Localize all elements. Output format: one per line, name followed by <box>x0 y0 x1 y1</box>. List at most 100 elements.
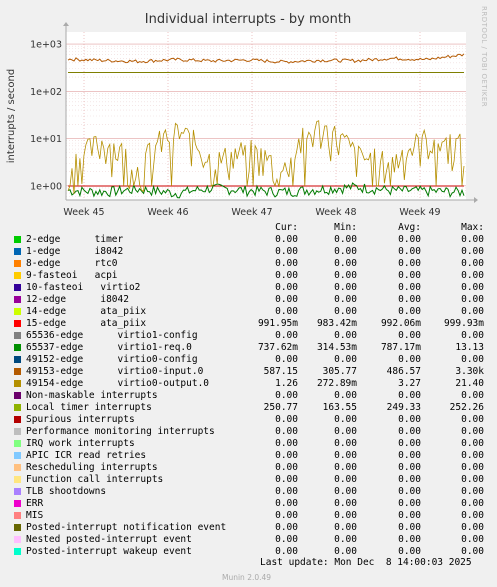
legend-swatch <box>14 476 21 483</box>
legend-max-value: 999.93m <box>443 318 484 329</box>
legend-max-value: 0.00 <box>461 522 484 533</box>
legend-label: ERR <box>26 498 44 509</box>
legend-label: 49154-edge virtio0-output.0 <box>26 378 210 389</box>
legend-avg-value: 0.00 <box>398 450 421 461</box>
legend-avg-value: 0.00 <box>398 486 421 497</box>
legend-avg-value: 0.00 <box>398 474 421 485</box>
legend-swatch <box>14 344 21 351</box>
legend-label: 49153-edge virtio0-input.0 <box>26 366 204 377</box>
legend-max-value: 0.00 <box>461 414 484 425</box>
legend-swatch <box>14 380 21 387</box>
legend-swatch <box>14 428 21 435</box>
legend-swatch <box>14 452 21 459</box>
legend-label: Local timer interrupts <box>26 402 152 413</box>
legend-avg-value: 0.00 <box>398 414 421 425</box>
legend-max-value: 0.00 <box>461 282 484 293</box>
y-tick-label: 1e+01 <box>30 134 62 145</box>
legend-max-value: 0.00 <box>461 258 484 269</box>
legend-avg-value: 0.00 <box>398 534 421 545</box>
legend-max-value: 0.00 <box>461 246 484 257</box>
chart-title: Individual interrupts - by month <box>145 12 351 27</box>
col-header-min: Min: <box>334 222 357 233</box>
legend-avg-value: 0.00 <box>398 354 421 365</box>
legend-label: Posted-interrupt wakeup event <box>26 546 192 557</box>
legend-max-value: 252.26 <box>449 402 484 413</box>
legend-min-value: 0.00 <box>334 486 357 497</box>
legend-min-value: 0.00 <box>334 522 357 533</box>
legend-label: Rescheduling interrupts <box>26 462 158 473</box>
legend-swatch <box>14 416 21 423</box>
legend-max-value: 13.13 <box>455 342 484 353</box>
x-tick-label: Week 45 <box>63 207 104 218</box>
legend-swatch <box>14 392 21 399</box>
legend-label: MIS <box>26 510 44 521</box>
legend-min-value: 163.55 <box>322 402 357 413</box>
legend-label: Spurious interrupts <box>26 414 135 425</box>
legend-label: TLB shootdowns <box>26 486 107 497</box>
legend-avg-value: 0.00 <box>398 270 421 281</box>
legend-avg-value: 0.00 <box>398 282 421 293</box>
last-update: Last update: Mon Dec 8 14:00:03 2025 <box>260 557 472 568</box>
legend-avg-value: 486.57 <box>386 366 421 377</box>
legend-max-value: 0.00 <box>461 438 484 449</box>
legend-label: 65536-edge virtio1-config <box>26 330 198 341</box>
legend-label: 15-edge ata_piix <box>26 318 147 329</box>
legend-min-value: 0.00 <box>334 438 357 449</box>
legend-swatch <box>14 284 21 291</box>
legend-max-value: 0.00 <box>461 450 484 461</box>
legend-avg-value: 0.00 <box>398 294 421 305</box>
legend-max-value: 21.40 <box>455 378 484 389</box>
legend-min-value: 0.00 <box>334 510 357 521</box>
y-tick-label: 1e+03 <box>30 40 62 51</box>
y-tick-label: 1e+00 <box>30 181 62 192</box>
legend-max-value: 0.00 <box>461 270 484 281</box>
legend-swatch <box>14 404 21 411</box>
legend-min-value: 0.00 <box>334 246 357 257</box>
legend-swatch <box>14 440 21 447</box>
legend-swatch <box>14 296 21 303</box>
legend-min-value: 0.00 <box>334 462 357 473</box>
legend-avg-value: 0.00 <box>398 510 421 521</box>
legend-label: Non-maskable interrupts <box>26 390 158 401</box>
legend-avg-value: 0.00 <box>398 306 421 317</box>
legend-max-value: 0.00 <box>461 498 484 509</box>
legend-label: 49152-edge virtio0-config <box>26 354 198 365</box>
legend-avg-value: 992.06m <box>380 318 421 329</box>
legend-avg-value: 0.00 <box>398 522 421 533</box>
legend-min-value: 0.00 <box>334 498 357 509</box>
legend-min-value: 0.00 <box>334 258 357 269</box>
x-tick-label: Week 47 <box>231 207 272 218</box>
legend-max-value: 3.30k <box>455 366 484 377</box>
legend-swatch <box>14 260 21 267</box>
legend-avg-value: 0.00 <box>398 462 421 473</box>
col-header-avg: Avg: <box>398 222 421 233</box>
legend-swatch <box>14 368 21 375</box>
legend-swatch <box>14 308 21 315</box>
legend-swatch <box>14 524 21 531</box>
legend-min-value: 983.42m <box>316 318 357 329</box>
legend-swatch <box>14 512 21 519</box>
legend-label: 12-edge i8042 <box>26 294 129 305</box>
legend-max-value: 0.00 <box>461 510 484 521</box>
legend-swatch <box>14 248 21 255</box>
y-tick-label: 1e+02 <box>30 87 62 98</box>
legend-avg-value: 0.00 <box>398 438 421 449</box>
legend-avg-value: 0.00 <box>398 234 421 245</box>
legend-label: 65537-edge virtio1-req.0 <box>26 342 192 353</box>
col-header-max: Max: <box>461 222 484 233</box>
legend-avg-value: 0.00 <box>398 258 421 269</box>
legend-swatch <box>14 332 21 339</box>
legend-avg-value: 0.00 <box>398 330 421 341</box>
legend-max-value: 0.00 <box>461 534 484 545</box>
legend-avg-value: 249.33 <box>386 402 421 413</box>
legend-max-value: 0.00 <box>461 306 484 317</box>
y-axis-label: interrupts / second <box>6 69 17 163</box>
legend-min-value: 0.00 <box>334 354 357 365</box>
legend-min-value: 0.00 <box>334 450 357 461</box>
legend-avg-value: 0.00 <box>398 390 421 401</box>
legend-max-value: 0.00 <box>461 462 484 473</box>
legend-max-value: 0.00 <box>461 354 484 365</box>
legend-swatch <box>14 500 21 507</box>
legend-label: 9-fasteoi acpi <box>26 270 118 281</box>
legend-swatch <box>14 236 21 243</box>
